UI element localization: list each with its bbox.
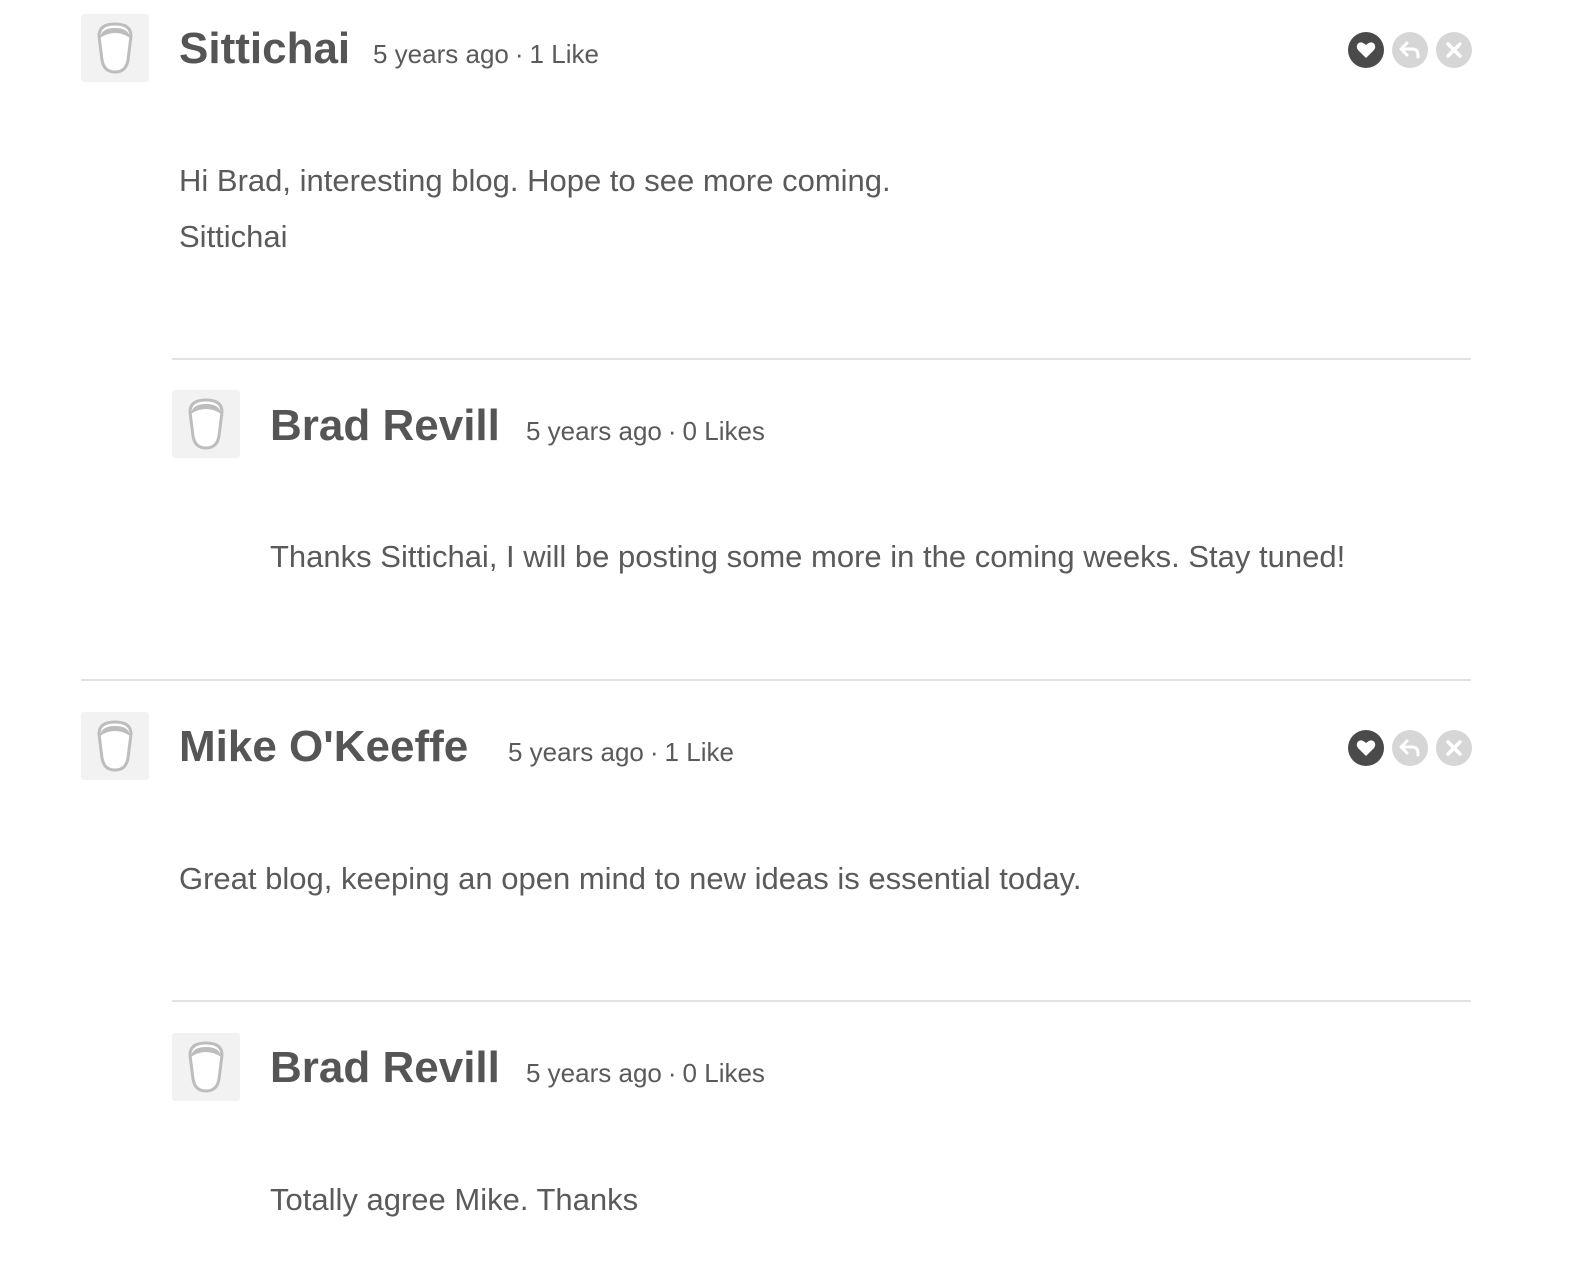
meta-separator: · [649,737,659,767]
avatar[interactable] [172,1033,240,1101]
reply-time: 5 years ago [526,416,662,446]
comment-meta: 5 years ago · 1 Like [373,41,599,67]
like-button[interactable] [1348,32,1384,68]
reply-like-count: 0 Likes [682,416,765,446]
heart-icon [1356,42,1376,58]
comment-actions [1348,32,1472,68]
avatar[interactable] [172,390,240,458]
comment-like-count: 1 Like [664,737,734,767]
reply-meta: 5 years ago · 0 Likes [526,1060,765,1086]
comment-time: 5 years ago [373,39,509,69]
avatar[interactable] [81,712,149,780]
comment-author[interactable]: Mike O'Keeffe [179,725,468,769]
comment-body: Hi Brad, interesting blog. Hope to see m… [179,153,891,265]
comment-divider [81,679,1471,681]
comment-body: Great blog, keeping an open mind to new … [179,851,1081,907]
reply-divider [172,358,1471,360]
comment-body-line: Great blog, keeping an open mind to new … [179,861,1082,896]
like-button[interactable] [1348,730,1384,766]
meta-separator: · [514,39,524,69]
close-button[interactable] [1436,730,1472,766]
default-avatar-icon [97,22,133,74]
reply-like-count: 0 Likes [682,1058,765,1088]
heart-icon [1356,740,1376,756]
reply-button[interactable] [1392,32,1428,68]
reply-body: Thanks Sittichai, I will be posting some… [270,539,1346,574]
close-x-icon [1446,740,1462,756]
comment-body-line: Sittichai [179,219,288,254]
comment-like-count: 1 Like [529,39,599,69]
reply-author[interactable]: Brad Revill [270,1046,500,1090]
reply-button[interactable] [1392,730,1428,766]
default-avatar-icon [97,720,133,772]
meta-separator: · [667,416,677,446]
default-avatar-icon [188,398,224,450]
reply-meta: 5 years ago · 0 Likes [526,418,765,444]
default-avatar-icon [188,1041,224,1093]
reply-time: 5 years ago [526,1058,662,1088]
close-x-icon [1446,42,1462,58]
comment-time: 5 years ago [508,737,644,767]
reply-author[interactable]: Brad Revill [270,404,500,448]
comment-meta: 5 years ago · 1 Like [508,739,734,765]
close-button[interactable] [1436,32,1472,68]
reply-body: Totally agree Mike. Thanks [270,1182,639,1217]
reply-divider [172,1000,1471,1002]
comment-author[interactable]: Sittichai [179,27,350,71]
comment-actions [1348,730,1472,766]
reply-arrow-icon [1399,41,1420,59]
meta-separator: · [667,1058,677,1088]
reply-arrow-icon [1399,739,1420,757]
avatar[interactable] [81,14,149,82]
comment-body-line: Hi Brad, interesting blog. Hope to see m… [179,163,891,198]
